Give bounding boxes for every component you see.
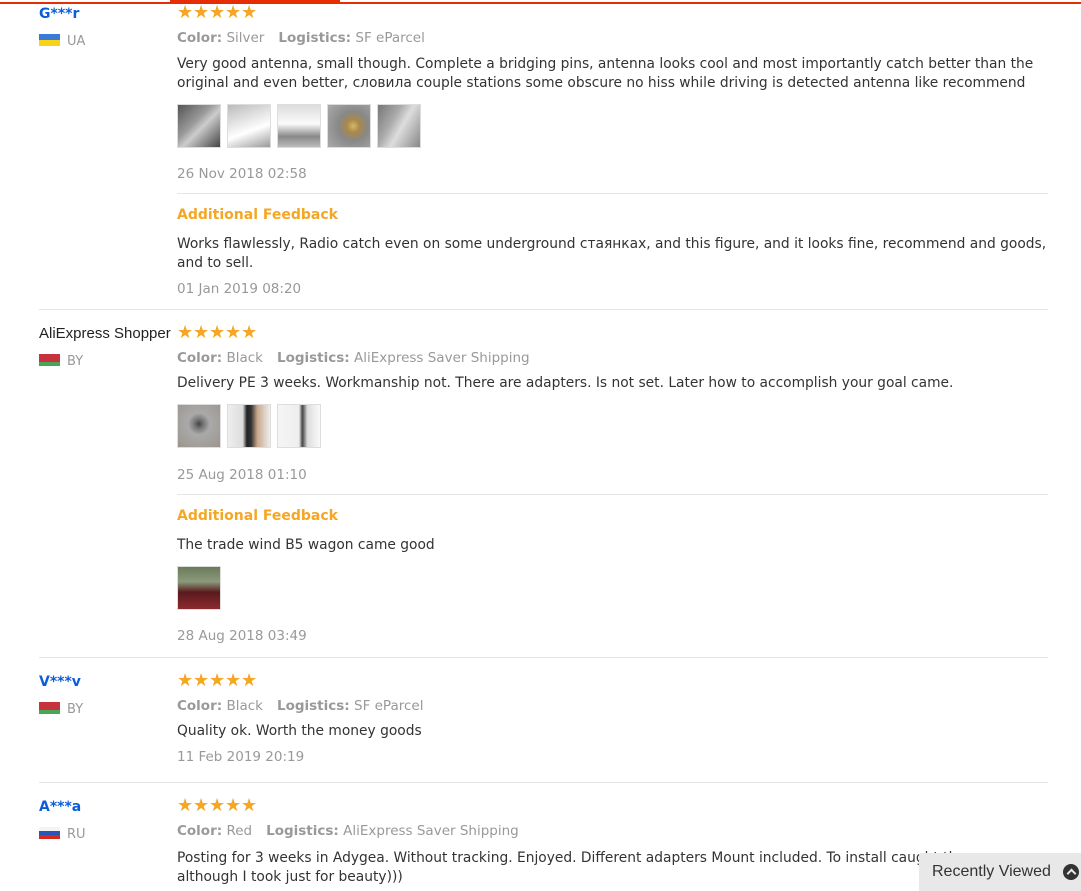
order-info: Color: Black Logistics: SF eParcel	[177, 698, 423, 714]
additional-feedback-text: The trade wind B5 wagon came good	[177, 537, 435, 553]
additional-feedback-heading: Additional Feedback	[177, 207, 338, 223]
star-icon: ★	[209, 322, 226, 343]
star-icon: ★	[225, 322, 242, 343]
logistics-value: AliExpress Saver Shipping	[354, 350, 530, 366]
reviewer-country: UA	[39, 34, 85, 50]
order-info: Color: Silver Logistics: SF eParcel	[177, 30, 425, 46]
country-code: UA	[67, 34, 86, 49]
additional-feedback-text: Works flawlessly, Radio catch even on so…	[177, 236, 1047, 271]
star-icon: ★	[177, 795, 194, 816]
star-rating: ★ ★ ★ ★ ★	[177, 322, 258, 343]
review-photo[interactable]	[277, 104, 321, 148]
additional-feedback-photos	[177, 566, 221, 612]
country-code: RU	[67, 827, 86, 842]
review-item: A***a RU ★ ★ ★ ★ ★ Color: Red Logistics: AliE…	[39, 783, 1048, 891]
reviewer-country: BY	[39, 702, 83, 718]
review-text: Very good antenna, small though. Complet…	[177, 56, 1034, 91]
star-icon: ★	[209, 795, 226, 816]
logistics-label: Logistics:	[266, 823, 339, 839]
logistics-label: Logistics:	[278, 30, 352, 46]
additional-feedback-heading: Additional Feedback	[177, 508, 338, 524]
logistics-value: SF eParcel	[355, 30, 425, 46]
review-photos	[177, 404, 321, 450]
flag-by-icon	[39, 354, 60, 366]
reviewer-country: RU	[39, 827, 86, 843]
chevron-up-icon	[1062, 864, 1079, 880]
color-label: Color:	[177, 823, 223, 839]
review-photo[interactable]	[177, 404, 221, 448]
reviewer-name[interactable]: V***v	[39, 673, 81, 691]
star-icon: ★	[177, 322, 194, 343]
star-icon: ★	[241, 795, 258, 816]
color-value: Black	[226, 350, 263, 366]
review-date: 25 Aug 2018 01:10	[177, 467, 307, 483]
review-photo[interactable]	[327, 104, 371, 148]
star-icon: ★	[177, 2, 194, 23]
country-code: BY	[67, 354, 84, 369]
review-photo[interactable]	[227, 404, 271, 448]
star-icon: ★	[241, 2, 258, 23]
review-date: 11 Feb 2019 20:19	[177, 749, 305, 765]
review-photo[interactable]	[377, 104, 421, 148]
star-icon: ★	[209, 2, 226, 23]
flag-ua-icon	[39, 34, 60, 46]
star-icon: ★	[225, 670, 242, 691]
star-icon: ★	[209, 670, 226, 691]
flag-ru-icon	[39, 827, 60, 839]
star-icon: ★	[177, 670, 194, 691]
star-icon: ★	[225, 2, 242, 23]
review-photos	[177, 104, 421, 150]
color-label: Color:	[177, 350, 223, 366]
star-icon: ★	[241, 670, 258, 691]
divider	[177, 494, 1048, 495]
flag-by-icon	[39, 702, 60, 714]
star-icon: ★	[193, 795, 210, 816]
recently-viewed-label: Recently Viewed	[932, 863, 1051, 880]
logistics-value: AliExpress Saver Shipping	[343, 823, 519, 839]
review-item: V***v BY ★ ★ ★ ★ ★ Color: Black Logistics: SF…	[39, 658, 1048, 783]
logistics-label: Logistics:	[276, 350, 350, 366]
reviewer-country: BY	[39, 354, 83, 370]
review-item: AliExpress Shopper BY ★ ★ ★ ★ ★ Color: Black…	[39, 310, 1048, 658]
order-info: Color: Red Logistics: AliExpress Saver Sh…	[177, 823, 519, 839]
reviewer-name[interactable]: A***a	[39, 798, 81, 816]
star-rating: ★ ★ ★ ★ ★	[177, 795, 258, 816]
color-value: Red	[226, 823, 253, 839]
star-icon: ★	[225, 795, 242, 816]
star-icon: ★	[193, 2, 210, 23]
review-date: 26 Nov 2018 02:58	[177, 166, 307, 182]
star-rating: ★ ★ ★ ★ ★	[177, 2, 258, 23]
additional-feedback-date: 28 Aug 2018 03:49	[177, 628, 307, 644]
color-value: Silver	[226, 30, 265, 46]
review-photo[interactable]	[177, 104, 221, 148]
reviewer-name[interactable]: G***r	[39, 5, 79, 23]
color-label: Color:	[177, 30, 223, 46]
reviewer-name: AliExpress Shopper	[39, 325, 171, 342]
order-info: Color: Black Logistics: AliExpress Saver …	[177, 350, 530, 366]
review-photo[interactable]	[277, 404, 321, 448]
logistics-value: SF eParcel	[354, 698, 424, 714]
logistics-label: Logistics:	[276, 698, 350, 714]
review-photo[interactable]	[227, 104, 271, 148]
review-photo[interactable]	[177, 566, 221, 610]
star-rating: ★ ★ ★ ★ ★	[177, 670, 258, 691]
color-value: Black	[226, 698, 263, 714]
additional-feedback-date: 01 Jan 2019 08:20	[177, 281, 302, 297]
divider	[177, 193, 1048, 194]
recently-viewed-button[interactable]: Recently Viewed	[919, 853, 1081, 891]
review-item: G***r UA ★ ★ ★ ★ ★ Color: Silver Logistics: S…	[39, 0, 1048, 310]
color-label: Color:	[177, 698, 223, 714]
review-text: Quality ok. Worth the money goods	[177, 723, 422, 739]
star-icon: ★	[241, 322, 258, 343]
star-icon: ★	[193, 322, 210, 343]
star-icon: ★	[193, 670, 210, 691]
review-text: Delivery PE 3 weeks. Workmanship not. Th…	[177, 375, 954, 391]
country-code: BY	[67, 702, 84, 717]
